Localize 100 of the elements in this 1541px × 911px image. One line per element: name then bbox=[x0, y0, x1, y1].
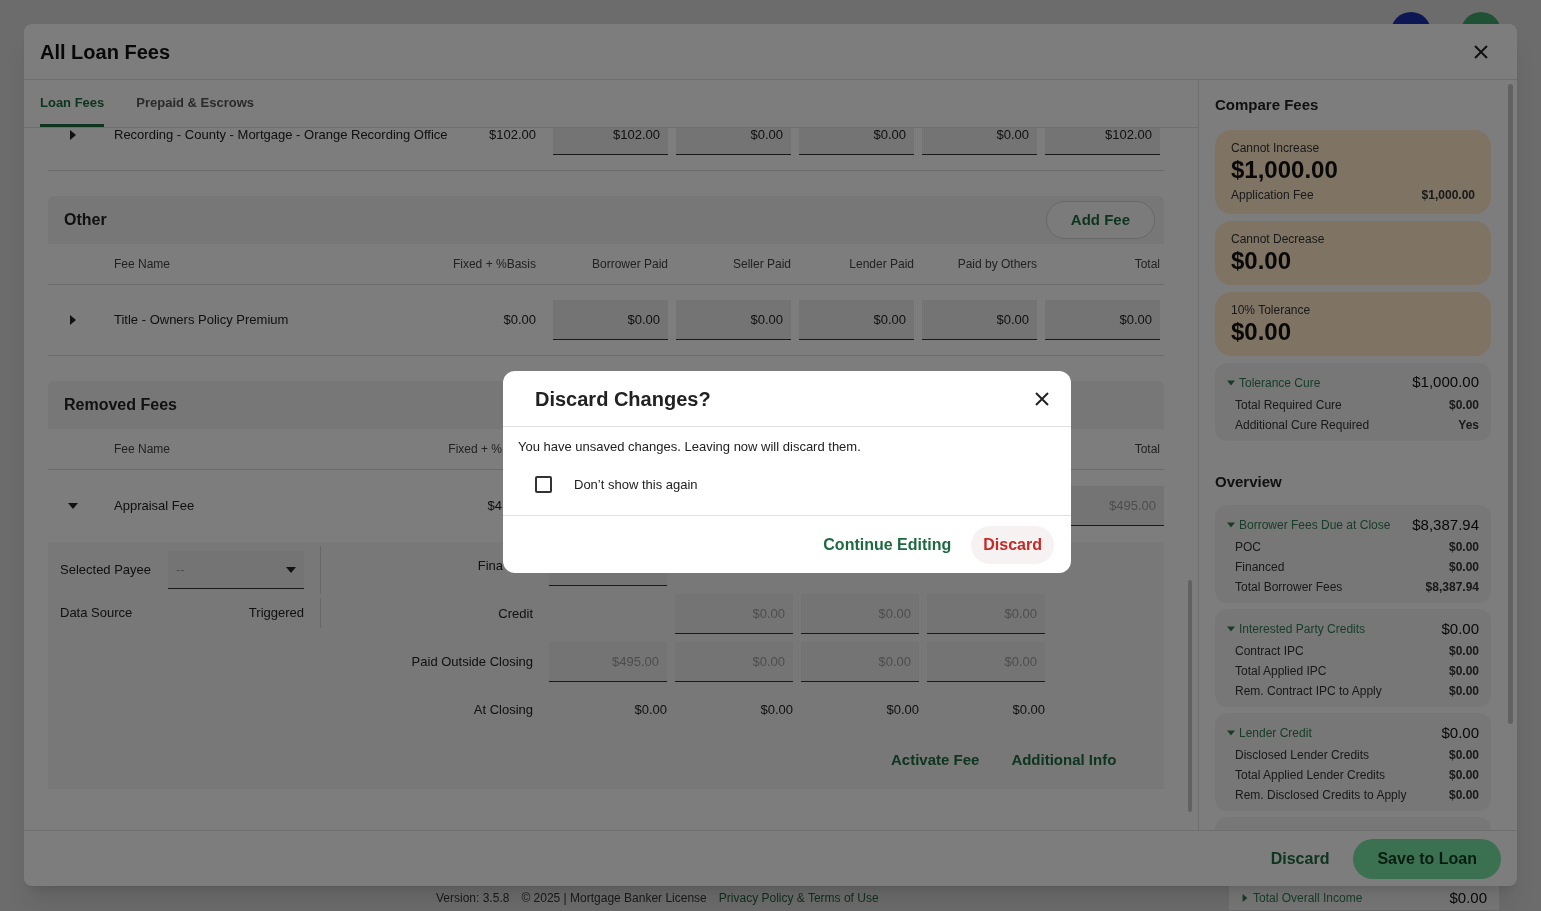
row-label: Fina bbox=[477, 557, 503, 576]
continue-editing-button[interactable]: Continue Editing bbox=[815, 525, 960, 564]
card-label: Cannot Increase bbox=[1231, 139, 1321, 156]
card-amount: $0.00 bbox=[1449, 887, 1487, 908]
card-amount: $1,000.00 bbox=[1412, 372, 1479, 393]
line-label: Total Required Cure bbox=[1235, 396, 1342, 414]
card-amount: $0.00 bbox=[1441, 722, 1479, 743]
card-title[interactable]: Total Overall Income bbox=[1253, 889, 1363, 907]
row-label: Paid Outside Closing bbox=[411, 653, 533, 672]
column-header: Fee Name bbox=[114, 441, 172, 458]
checkbox[interactable] bbox=[535, 475, 552, 493]
line-label: Rem. Disclosed Credits to Apply bbox=[1235, 787, 1407, 804]
save-button[interactable]: Save to Loan bbox=[1353, 838, 1501, 879]
card-title[interactable]: Tolerance Cure bbox=[1239, 373, 1321, 392]
column-header: Borrower Paid bbox=[590, 256, 668, 273]
field-label: Data Source bbox=[60, 604, 133, 623]
line-label: Rem. Contract IPC to Apply bbox=[1235, 683, 1382, 700]
line-label: Total Borrower Fees bbox=[1235, 579, 1343, 596]
column-header: Seller Paid bbox=[731, 256, 791, 273]
card-amount: $0.00 bbox=[1441, 618, 1479, 639]
line-label: Application Fee bbox=[1231, 186, 1314, 204]
row-label: Credit bbox=[498, 605, 533, 624]
field-label: Selected Payee bbox=[60, 561, 153, 580]
column-header: Lender Paid bbox=[848, 256, 914, 273]
action-link[interactable]: Additional Info bbox=[1011, 748, 1117, 772]
amount-field[interactable]: $0.00 bbox=[1045, 300, 1160, 340]
footer-text: © 2025 | Mortgage Banker License bbox=[521, 890, 707, 907]
line-label: Total Applied IPC bbox=[1235, 663, 1327, 680]
column-header: Fixed + %Basis bbox=[451, 256, 536, 273]
amount-field[interactable]: $0.00 bbox=[799, 300, 914, 340]
line-label: Additional Cure Required bbox=[1235, 416, 1370, 434]
line-value: $0.00 bbox=[1448, 787, 1479, 804]
section-title: Other bbox=[64, 210, 107, 230]
amount-text: $0.00 bbox=[634, 701, 667, 720]
card-label: 10% Tolerance bbox=[1231, 301, 1312, 318]
line-value: $0.00 bbox=[1448, 539, 1479, 556]
amount-field[interactable]: $0.00 bbox=[922, 300, 1037, 340]
line-value: $0.00 bbox=[1448, 643, 1479, 660]
add-fee-button[interactable]: Add Fee bbox=[1045, 201, 1155, 239]
column-header: Paid by Others bbox=[956, 256, 1037, 273]
card-amount: $0.00 bbox=[1231, 317, 1293, 346]
amount-field[interactable]: $102.00 bbox=[1045, 128, 1160, 155]
caret-icon bbox=[286, 566, 296, 573]
caret-icon[interactable] bbox=[68, 315, 78, 325]
line-value: $1,000.00 bbox=[1421, 186, 1475, 204]
dialog-title: Discard Changes? bbox=[535, 386, 711, 412]
card-title[interactable]: Interested Party Credits bbox=[1239, 620, 1366, 638]
checkbox-label: Don’t show this again bbox=[574, 475, 698, 494]
column-header: Fee Name bbox=[114, 256, 172, 273]
fixed-amount: $0.00 bbox=[503, 311, 536, 330]
card-title[interactable]: Lender Credit bbox=[1239, 724, 1312, 742]
scrollbar-thumb[interactable] bbox=[1508, 84, 1513, 724]
discard-button[interactable]: Discard bbox=[1270, 846, 1330, 871]
amount-text: $0.00 bbox=[1012, 701, 1045, 720]
panel-title: Overview bbox=[1215, 471, 1283, 492]
caret-icon[interactable] bbox=[1227, 625, 1235, 633]
footer-link[interactable]: Privacy Policy & Terms of Use bbox=[718, 889, 879, 907]
amount-field[interactable]: $0.00 bbox=[922, 128, 1037, 155]
amount-field[interactable]: $0.00 bbox=[799, 128, 914, 155]
amount-field[interactable]: $0.00 bbox=[553, 300, 668, 340]
amount-text: $0.00 bbox=[760, 701, 793, 720]
payee-dropdown[interactable]: -- bbox=[168, 551, 304, 589]
amount-text: $0.00 bbox=[886, 701, 919, 720]
column-header: Fixed + % bbox=[448, 441, 502, 458]
section-title: Removed Fees bbox=[64, 395, 177, 415]
fixed-amount: $102.00 bbox=[489, 128, 536, 145]
line-value: Yes bbox=[1458, 416, 1479, 434]
caret-icon[interactable] bbox=[68, 501, 78, 511]
card-title[interactable]: Borrower Fees Due at Close bbox=[1239, 516, 1391, 534]
line-value: $0.00 bbox=[1448, 663, 1479, 680]
line-value: $0.00 bbox=[1448, 559, 1479, 576]
fee-name: Title - Owners Policy Premium bbox=[114, 311, 289, 330]
footer-text: Version: 3.5.8 bbox=[436, 890, 510, 907]
caret-icon[interactable] bbox=[1227, 378, 1235, 387]
discard-button[interactable]: Discard bbox=[971, 525, 1054, 564]
amount-field[interactable]: $0.00 bbox=[676, 128, 791, 155]
caret-icon[interactable] bbox=[1227, 521, 1235, 529]
caret-icon[interactable] bbox=[1241, 894, 1249, 902]
dialog-message: You have unsaved changes. Leaving now will discard them. bbox=[518, 438, 862, 456]
caret-icon[interactable] bbox=[1227, 729, 1235, 737]
card-amount: $0.00 bbox=[1231, 246, 1293, 275]
caret-icon[interactable] bbox=[68, 130, 78, 140]
action-link[interactable]: Activate Fee bbox=[891, 748, 980, 772]
close-icon[interactable] bbox=[1035, 391, 1049, 406]
line-value: $0.00 bbox=[1448, 767, 1479, 784]
column-header: Total bbox=[1134, 441, 1160, 458]
tab[interactable]: Prepaid & Escrows bbox=[136, 92, 255, 127]
modal-title: All Loan Fees bbox=[40, 39, 171, 65]
card-amount: $8,387.94 bbox=[1412, 514, 1479, 535]
line-value: $8,387.94 bbox=[1425, 579, 1479, 596]
tab[interactable]: Loan Fees bbox=[40, 92, 105, 127]
card-amount: $1,000.00 bbox=[1231, 155, 1339, 184]
line-label: Total Applied Lender Credits bbox=[1235, 767, 1386, 784]
amount-field[interactable]: $0.00 bbox=[676, 300, 791, 340]
line-label: POC bbox=[1235, 539, 1261, 556]
card-label: Cannot Decrease bbox=[1231, 230, 1326, 247]
amount-field[interactable]: $102.00 bbox=[553, 128, 668, 155]
fixed-amount: $4 bbox=[487, 497, 502, 516]
line-label: Contract IPC bbox=[1235, 643, 1304, 660]
line-label: Financed bbox=[1235, 559, 1285, 576]
